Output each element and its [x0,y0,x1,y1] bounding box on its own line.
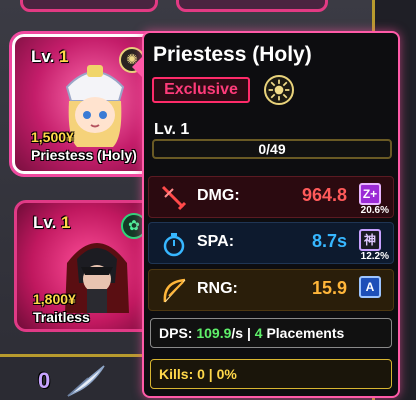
tooltip-title: Priestess (Holy) [153,43,312,66]
unit-card-top-right[interactable] [176,0,328,12]
stopwatch-icon [163,233,185,257]
unit-card-top-left[interactable] [20,0,158,12]
kills-summary: Kills: 0 | 0% [150,359,392,389]
dps-summary: DPS: 109.9/s | 4 Placements [150,318,392,348]
unit-name: Priestess (Holy) [31,147,137,163]
holy-sun-icon [264,75,294,105]
bow-icon [163,278,186,303]
stat-value: 8.7s [311,231,347,251]
stat-grade: 神 [359,229,381,251]
stat-grade-percent: 12.2% [360,251,389,262]
rarity-badge: Exclusive [152,77,250,103]
feather-quill-icon [67,365,105,397]
stat-grade: Z+ [359,183,381,205]
stat-row-dmg: DMG: 964.8 Z+ 20.6% [148,176,394,218]
sword-icon [161,185,187,211]
stat-row-spa: SPA: 8.7s 神 12.2% [148,222,394,264]
stat-value: 964.8 [301,185,347,205]
stat-row-rng: RNG: 15.9 A [148,269,394,311]
unit-name: Traitless [33,309,90,325]
stat-label: SPA: [197,233,235,250]
unit-cost: 1,800¥ [33,291,76,307]
stat-label: DMG: [197,187,240,204]
stat-value: 15.9 [311,278,347,298]
stat-grade: A [359,276,381,298]
stat-grade-percent: 20.6% [360,205,389,216]
unit-info-tooltip: Priestess (Holy) Exclusive Lv. 1 0/49 DM… [142,31,400,398]
unit-cost: 1,500¥ [31,129,74,145]
tooltip-level: Lv. 1 [154,121,190,138]
xp-progress-bar: 0/49 [152,139,392,159]
gem-count: 0 [38,368,51,393]
xp-text: 0/49 [258,141,286,157]
stat-label: RNG: [197,280,238,297]
